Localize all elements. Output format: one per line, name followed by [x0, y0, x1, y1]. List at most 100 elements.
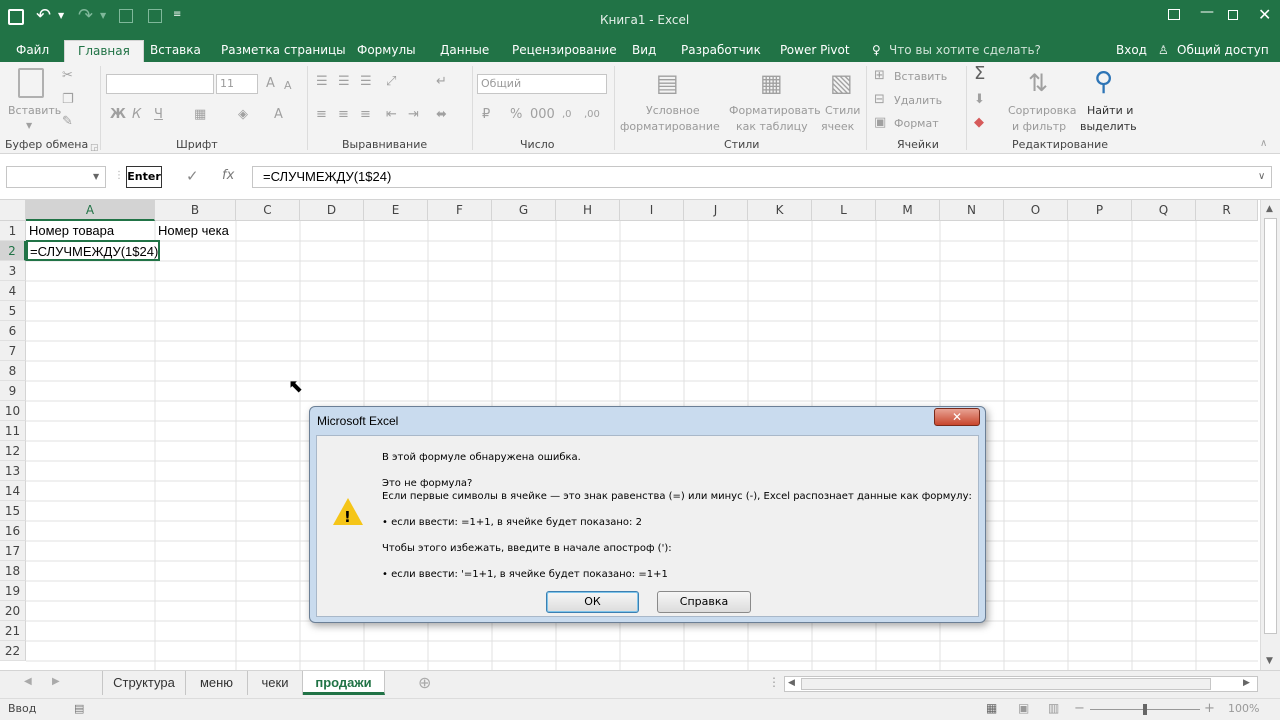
column-header[interactable]: K — [748, 200, 812, 221]
dropdown-icon[interactable]: ▼ — [26, 118, 32, 134]
sign-in-link[interactable]: Вход — [1116, 40, 1147, 62]
row-header[interactable]: 10 — [0, 401, 26, 421]
next-sheet-icon[interactable]: ▶ — [52, 676, 60, 687]
row-header[interactable]: 18 — [0, 561, 26, 581]
zoom-out-icon[interactable]: − — [1074, 701, 1085, 716]
grow-font-icon[interactable]: A — [266, 76, 275, 92]
row-header[interactable]: 14 — [0, 481, 26, 501]
tab-formulas[interactable]: Формулы — [357, 40, 416, 62]
row-header[interactable]: 6 — [0, 321, 26, 341]
undo-dropdown-icon[interactable]: ▼ — [58, 11, 64, 20]
column-header[interactable]: P — [1068, 200, 1132, 221]
column-header[interactable]: O — [1004, 200, 1068, 221]
italic-button[interactable]: К — [132, 107, 141, 123]
orientation-icon[interactable]: ⤢ — [386, 74, 396, 90]
scroll-right-icon[interactable]: ▶ — [1243, 678, 1250, 688]
row-header[interactable]: 20 — [0, 601, 26, 621]
column-header[interactable]: R — [1196, 200, 1258, 221]
conditional-formatting-button[interactable]: Условное — [646, 104, 700, 118]
tab-data[interactable]: Данные — [440, 40, 489, 62]
ok-button[interactable]: ОК — [546, 591, 639, 613]
column-header[interactable]: B — [155, 200, 236, 221]
row-header[interactable]: 3 — [0, 261, 26, 281]
underline-button[interactable]: Ч — [154, 107, 163, 123]
column-header[interactable]: Q — [1132, 200, 1196, 221]
tab-page-layout[interactable]: Разметка страницы — [221, 40, 346, 62]
cell-styles-icon[interactable]: ▧ — [830, 68, 853, 98]
row-header[interactable]: 17 — [0, 541, 26, 561]
tab-review[interactable]: Рецензирование — [512, 40, 617, 62]
customize-qat-icon[interactable]: ≡ — [173, 9, 181, 20]
column-header[interactable]: L — [812, 200, 876, 221]
scroll-up-icon[interactable]: ▲ — [1266, 204, 1273, 214]
row-header[interactable]: 7 — [0, 341, 26, 361]
conditional-formatting-icon[interactable]: ▤ — [656, 68, 679, 98]
normal-view-icon[interactable]: ▦ — [986, 701, 997, 715]
row-header[interactable]: 21 — [0, 621, 26, 641]
wrap-text-icon[interactable]: ↵ — [436, 74, 447, 90]
row-header[interactable]: 19 — [0, 581, 26, 601]
decrease-decimal-icon[interactable]: ,00 — [584, 107, 600, 123]
scroll-down-icon[interactable]: ▼ — [1266, 656, 1273, 666]
fill-icon[interactable]: ⬇ — [974, 92, 985, 108]
column-header[interactable]: G — [492, 200, 556, 221]
zoom-level[interactable]: 100% — [1228, 702, 1259, 715]
sheet-tab[interactable]: меню — [186, 671, 248, 695]
close-window-icon[interactable]: ✕ — [1258, 5, 1271, 24]
font-name-box[interactable] — [106, 74, 214, 94]
scroll-left-icon[interactable]: ◀ — [788, 678, 795, 688]
zoom-slider-thumb[interactable] — [1143, 704, 1147, 715]
redo-dropdown-icon[interactable]: ▼ — [100, 11, 106, 20]
increase-indent-icon[interactable]: ⇥ — [408, 107, 419, 123]
formula-input[interactable]: =СЛУЧМЕЖДУ(1$24) — [252, 166, 1272, 188]
expand-formula-bar-icon[interactable]: ∨ — [1258, 171, 1265, 182]
share-icon[interactable]: ♙ — [1158, 40, 1169, 62]
fill-color-icon[interactable]: ◈ — [238, 107, 248, 123]
format-as-table-button-line2[interactable]: как таблицу — [736, 120, 808, 134]
column-header[interactable]: M — [876, 200, 940, 221]
find-select-button-line2[interactable]: выделить — [1080, 120, 1137, 134]
dialog-close-button[interactable]: ✕ — [934, 408, 980, 426]
minimize-icon[interactable]: — — [1200, 4, 1214, 20]
zoom-in-icon[interactable]: + — [1204, 701, 1215, 716]
column-header[interactable]: J — [684, 200, 748, 221]
find-select-icon[interactable]: ⚲ — [1094, 66, 1113, 98]
undo-icon[interactable]: ↶ — [36, 5, 51, 26]
paste-icon[interactable] — [18, 68, 44, 98]
autosum-icon[interactable]: Σ — [974, 65, 985, 83]
insert-cells-button[interactable]: Вставить — [894, 70, 947, 84]
row-header[interactable]: 1 — [0, 221, 26, 241]
tab-home[interactable]: Главная — [64, 40, 144, 62]
row-header[interactable]: 4 — [0, 281, 26, 301]
share-button[interactable]: Общий доступ — [1177, 40, 1269, 62]
cell-styles-button[interactable]: Стили — [825, 104, 860, 118]
macro-record-icon[interactable]: ▤ — [74, 702, 84, 715]
row-header[interactable]: 16 — [0, 521, 26, 541]
page-break-view-icon[interactable]: ▥ — [1048, 701, 1059, 715]
row-header[interactable]: 11 — [0, 421, 26, 441]
select-all-corner[interactable] — [0, 200, 26, 221]
enter-check-icon[interactable]: ✓ — [186, 167, 199, 185]
new-sheet-icon[interactable]: ⊕ — [418, 673, 431, 692]
tab-insert[interactable]: Вставка — [150, 40, 201, 62]
bold-button[interactable]: Ж — [110, 107, 126, 123]
touch-mode-icon[interactable] — [119, 9, 133, 23]
scroll-thumb[interactable] — [801, 678, 1211, 690]
maximize-icon[interactable] — [1228, 10, 1238, 20]
decrease-indent-icon[interactable]: ⇤ — [386, 107, 397, 123]
format-as-table-button[interactable]: Форматировать — [729, 104, 821, 118]
quick-print-icon[interactable] — [148, 9, 162, 23]
borders-icon[interactable]: ▦ — [194, 107, 206, 123]
align-bottom-icon[interactable]: ☰ — [360, 74, 372, 90]
sort-filter-button-line2[interactable]: и фильтр — [1012, 120, 1066, 134]
horizontal-scrollbar[interactable]: ◀ ▶ — [784, 676, 1258, 692]
column-header[interactable]: I — [620, 200, 684, 221]
align-top-icon[interactable]: ☰ — [316, 74, 328, 90]
format-cells-button[interactable]: Формат — [894, 117, 939, 131]
insert-cells-icon[interactable]: ⊞ — [874, 68, 885, 84]
prev-sheet-icon[interactable]: ◀ — [24, 676, 32, 687]
sheet-tab[interactable]: чеки — [248, 671, 303, 695]
page-layout-view-icon[interactable]: ▣ — [1018, 701, 1029, 715]
row-header[interactable]: 13 — [0, 461, 26, 481]
column-header[interactable]: A — [26, 200, 155, 221]
